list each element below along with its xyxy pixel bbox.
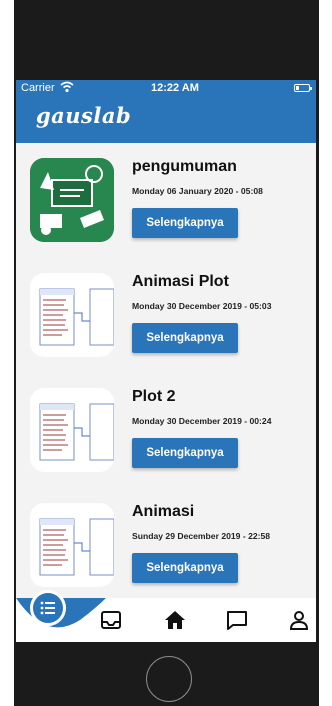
post-title: Animasi Plot [132,273,229,290]
post-title: Plot 2 [132,388,176,405]
device-home-button[interactable] [146,656,192,702]
phone-frame: Carrier 12:22 AM gauslab pengumuman Mond… [14,0,319,706]
post-date: Monday 30 December 2019 - 05:03 [132,301,272,311]
read-more-button[interactable]: Selengkapnya [132,553,238,583]
database-diagram-thumbnail [30,273,114,357]
status-time: 12:22 AM [151,82,199,94]
status-bar: Carrier 12:22 AM [16,80,316,97]
read-more-button[interactable]: Selengkapnya [132,438,238,468]
post-title: Animasi [132,503,195,520]
app-screen: Carrier 12:22 AM gauslab pengumuman Mond… [16,80,316,642]
inbox-icon[interactable] [100,609,122,631]
read-more-button[interactable]: Selengkapnya [132,208,238,238]
post-title: pengumuman [132,158,237,175]
home-icon[interactable] [164,609,186,631]
read-more-button[interactable]: Selengkapnya [132,323,238,353]
device-bezel-bottom [14,642,319,706]
profile-icon[interactable] [288,609,310,631]
database-diagram-thumbnail [30,503,114,587]
post-date: Sunday 29 December 2019 - 22:58 [132,531,271,541]
post-card: Animasi Plot Monday 30 December 2019 - 0… [16,273,316,383]
chat-icon[interactable] [226,609,248,631]
post-date: Monday 30 December 2019 - 00:24 [132,416,272,426]
post-date: Monday 06 January 2020 - 05:08 [132,186,263,196]
menu-icon [40,601,55,615]
wifi-icon [60,81,74,96]
post-card: pengumuman Monday 06 January 2020 - 05:0… [16,158,316,268]
app-header: gauslab [16,97,316,143]
brand-logo: gauslab [36,103,132,128]
database-diagram-thumbnail [30,388,114,472]
bottom-tab-bar [16,590,316,642]
menu-button[interactable] [30,590,66,626]
battery-icon [294,84,312,92]
post-card: Plot 2 Monday 30 December 2019 - 00:24 S… [16,388,316,498]
school-classroom-icon [30,158,114,242]
carrier-label: Carrier [21,82,55,94]
